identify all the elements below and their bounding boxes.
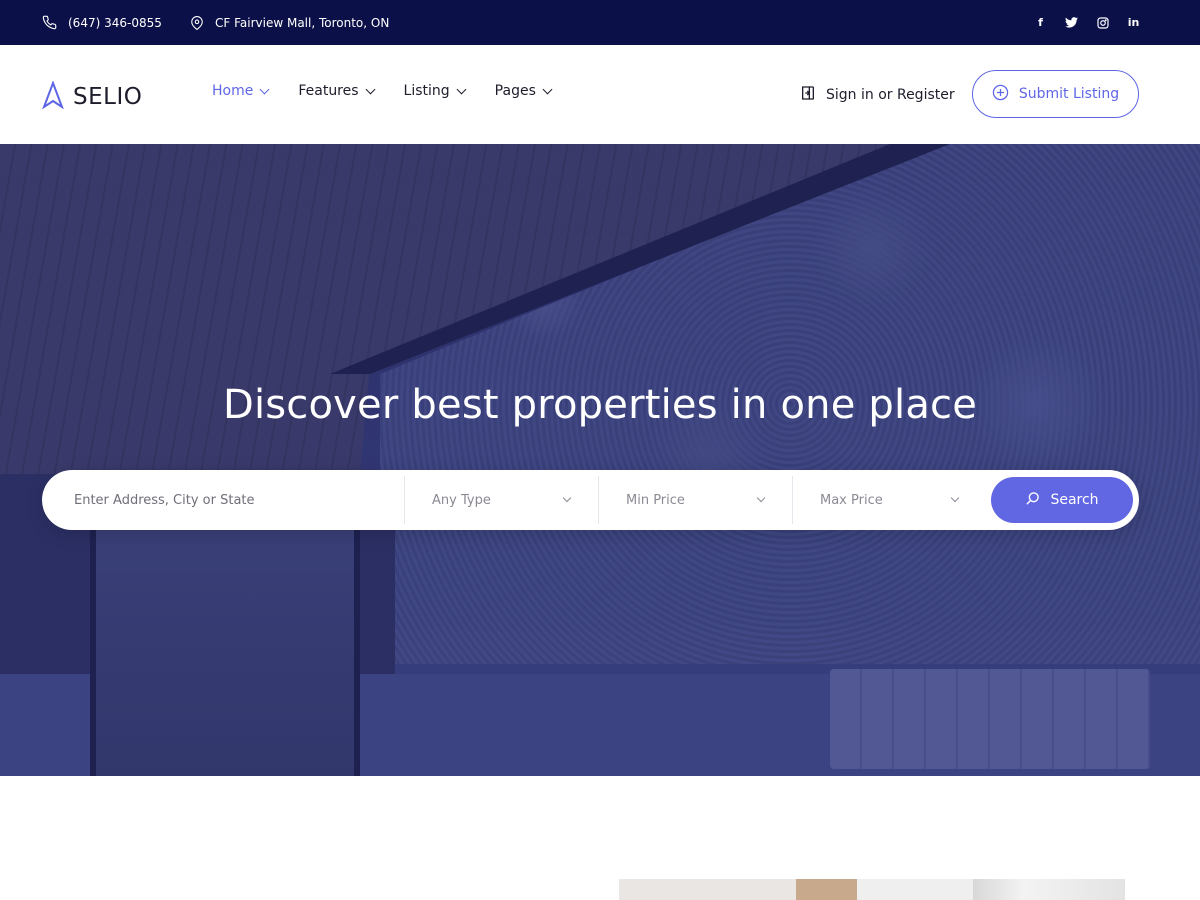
nav-pages-label: Pages	[494, 83, 536, 99]
nav-item-features[interactable]: Features	[298, 83, 375, 99]
site-header: SELIO Home Features Listing Pages Sign i…	[0, 45, 1200, 144]
divider	[598, 476, 599, 524]
facebook-icon[interactable]: f	[1034, 16, 1047, 29]
signin-label: Sign in or Register	[826, 87, 955, 103]
linkedin-icon[interactable]: in	[1127, 16, 1140, 29]
search-icon	[1025, 491, 1040, 510]
min-price-select[interactable]: Min Price	[626, 470, 766, 530]
logo[interactable]: SELIO	[41, 80, 143, 113]
instagram-icon[interactable]	[1096, 16, 1109, 29]
max-price-value: Max Price	[820, 492, 883, 508]
address-text: CF Fairview Mall, Toronto, ON	[215, 15, 390, 30]
type-select-value: Any Type	[432, 492, 491, 508]
chevron-down-icon	[365, 84, 375, 94]
top-bar: (647) 346-0855 CF Fairview Mall, Toronto…	[0, 0, 1200, 45]
hero-section: Discover best properties in one place An…	[0, 144, 1200, 776]
min-price-value: Min Price	[626, 492, 685, 508]
featured-image-preview	[619, 879, 1125, 900]
hero-background-firepit	[830, 669, 1150, 769]
search-bar: Any Type Min Price Max Price Search	[42, 470, 1139, 530]
max-price-select[interactable]: Max Price	[820, 470, 960, 530]
nav-item-listing[interactable]: Listing	[403, 83, 467, 99]
chevron-down-icon	[456, 84, 467, 94]
chevron-down-icon	[756, 493, 766, 503]
nav-home-label: Home	[212, 83, 254, 99]
plus-circle-icon	[992, 84, 1009, 105]
map-pin-icon	[190, 15, 204, 31]
nav-item-home[interactable]: Home	[212, 83, 270, 99]
hero-title: Discover best properties in one place	[222, 382, 978, 428]
logo-text: SELIO	[73, 84, 143, 110]
divider	[792, 476, 793, 524]
chevron-down-icon	[542, 84, 553, 94]
signin-link[interactable]: Sign in or Register	[800, 85, 955, 105]
divider	[404, 476, 405, 524]
main-nav: Home Features Listing Pages	[212, 83, 553, 99]
nav-features-label: Features	[298, 83, 359, 99]
twitter-icon[interactable]	[1065, 16, 1078, 29]
nav-item-pages[interactable]: Pages	[494, 83, 553, 99]
chevron-down-icon	[259, 84, 270, 94]
search-button[interactable]: Search	[991, 477, 1133, 523]
logo-mark-icon	[41, 80, 65, 113]
topbar-phone[interactable]: (647) 346-0855	[42, 0, 162, 45]
phone-number: (647) 346-0855	[68, 15, 162, 30]
address-search-input[interactable]	[74, 470, 394, 530]
type-select[interactable]: Any Type	[432, 470, 572, 530]
submit-listing-label: Submit Listing	[1018, 86, 1120, 102]
search-button-label: Search	[1050, 492, 1099, 508]
login-icon	[800, 85, 816, 105]
nav-listing-label: Listing	[403, 83, 450, 99]
topbar-address[interactable]: CF Fairview Mall, Toronto, ON	[190, 0, 389, 45]
social-links: f in	[1034, 0, 1140, 45]
chevron-down-icon	[562, 493, 572, 503]
chevron-down-icon	[950, 493, 960, 503]
submit-listing-button[interactable]: Submit Listing	[972, 70, 1139, 118]
phone-icon	[42, 15, 57, 30]
hero-background-door	[90, 514, 360, 776]
